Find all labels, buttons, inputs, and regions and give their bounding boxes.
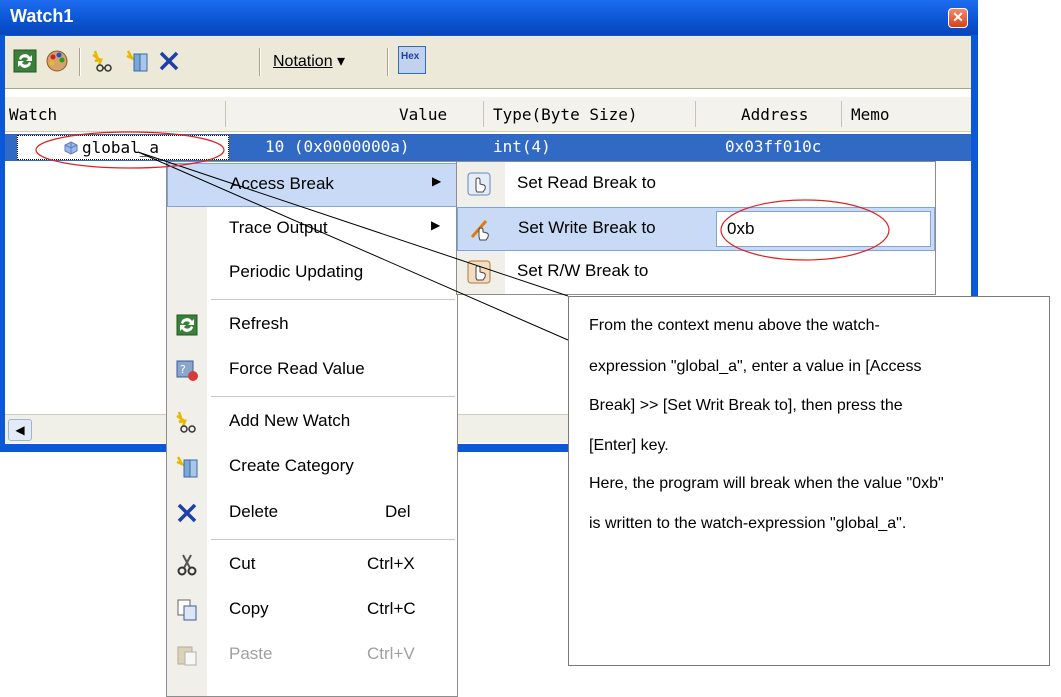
toolbar-separator [387, 48, 389, 76]
menu-item-label: Trace Output [229, 218, 328, 237]
callout-line: expression "global_a", enter a value in … [589, 358, 922, 375]
read-break-icon [467, 172, 491, 196]
watch-expression-name: global_a [82, 138, 160, 157]
svg-text:?: ? [180, 363, 186, 376]
menu-item-shortcut: Ctrl+X [367, 554, 415, 573]
paste-icon [177, 646, 197, 666]
menu-item-refresh[interactable]: Refresh [167, 304, 457, 348]
annotation-callout: From the context menu above the watch- e… [568, 296, 1050, 666]
menu-item-trace-output[interactable]: Trace Output ▶ [167, 208, 457, 252]
toolbar-separator [79, 48, 81, 76]
column-divider[interactable] [841, 101, 842, 127]
menu-item-label: Refresh [229, 314, 289, 333]
write-break-value-input[interactable] [716, 211, 931, 247]
column-divider[interactable] [225, 101, 226, 127]
refresh-icon [176, 314, 198, 336]
chevron-down-icon: ▾ [337, 53, 346, 70]
window-title: Watch1 [10, 6, 74, 26]
menu-item-label: Force Read Value [229, 359, 365, 378]
hex-toggle-button[interactable]: Hex [398, 46, 426, 74]
access-break-submenu: Set Read Break to Set Write Break to Set… [456, 161, 936, 295]
menu-item-label: Paste [229, 644, 273, 663]
menu-item-label: Cut [229, 554, 256, 573]
menu-item-label: Set R/W Break to [517, 261, 649, 280]
toolbar: Notation ▾ Hex [5, 36, 971, 89]
column-header: Watch Value Type(Byte Size) Address Memo [5, 97, 971, 132]
title-bar[interactable]: Watch1 ✕ [0, 0, 978, 35]
callout-line: [Enter] key. [589, 437, 669, 454]
menu-item-periodic-updating[interactable]: Periodic Updating [167, 252, 457, 296]
menu-item-label: Access Break [230, 174, 334, 193]
submenu-arrow-icon: ▶ [431, 218, 441, 232]
delete-icon[interactable] [157, 49, 181, 73]
table-row[interactable]: global_a 10 (0x0000000a) int(4) 0x03ff01… [5, 134, 971, 161]
menu-item-label: Copy [229, 599, 269, 618]
submenu-arrow-icon: ▶ [432, 174, 442, 188]
watch-name-cell[interactable]: global_a [17, 135, 229, 160]
notation-dropdown[interactable]: Notation ▾ [273, 51, 345, 71]
menu-item-shortcut: Ctrl+C [367, 599, 416, 618]
menu-separator [211, 539, 455, 540]
menu-item-set-write-break[interactable]: Set Write Break to [457, 207, 935, 251]
menu-item-access-break[interactable]: Access Break ▶ [167, 163, 457, 207]
watch-value: 10 (0x0000000a) [265, 137, 410, 156]
menu-item-delete[interactable]: Delete Del [167, 492, 457, 536]
menu-item-force-read-value[interactable]: ? Force Read Value [167, 349, 457, 393]
column-value[interactable]: Value [399, 105, 447, 124]
column-address[interactable]: Address [741, 105, 808, 124]
notation-label: Notation [273, 53, 333, 70]
add-watch-icon[interactable] [91, 49, 115, 73]
close-icon: ✕ [952, 9, 964, 25]
menu-separator [211, 396, 455, 397]
hex-icon: Hex [401, 51, 420, 62]
menu-item-cut[interactable]: Cut Ctrl+X [167, 544, 457, 588]
variable-icon [64, 141, 78, 155]
rw-break-icon [467, 260, 491, 284]
column-memo[interactable]: Memo [851, 105, 890, 124]
column-watch[interactable]: Watch [9, 105, 57, 124]
callout-line: Break] >> [Set Writ Break to], then pres… [589, 397, 903, 414]
menu-item-label: Set Write Break to [518, 218, 656, 237]
delete-icon [177, 503, 197, 523]
color-icon[interactable] [45, 49, 69, 73]
create-category-icon [176, 456, 198, 478]
column-divider[interactable] [483, 101, 484, 127]
watch-address: 0x03ff010c [725, 137, 822, 156]
refresh-icon[interactable] [13, 49, 37, 73]
toolbar-separator [259, 48, 261, 76]
menu-item-set-read-break[interactable]: Set Read Break to [457, 163, 935, 207]
context-menu: Access Break ▶ Trace Output ▶ Periodic U… [166, 161, 458, 697]
copy-icon [177, 599, 197, 621]
menu-separator [211, 299, 455, 300]
menu-item-label: Add New Watch [229, 411, 351, 430]
menu-item-copy[interactable]: Copy Ctrl+C [167, 589, 457, 633]
create-category-icon[interactable] [125, 49, 149, 73]
add-watch-icon [176, 411, 196, 433]
menu-item-label: Periodic Updating [229, 262, 364, 281]
menu-item-create-category[interactable]: Create Category [167, 446, 457, 490]
watch-type: int(4) [493, 137, 551, 156]
scroll-left-icon[interactable]: ◀ [8, 419, 32, 441]
menu-item-label: Create Category [229, 456, 354, 475]
callout-line: From the context menu above the watch- [589, 317, 880, 334]
menu-item-set-rw-break[interactable]: Set R/W Break to [457, 251, 935, 295]
menu-item-add-new-watch[interactable]: Add New Watch [167, 401, 457, 445]
column-divider[interactable] [695, 101, 696, 127]
force-read-icon: ? [176, 360, 198, 381]
menu-item-shortcut: Del [385, 502, 411, 521]
callout-line: Here, the program will break when the va… [589, 475, 944, 492]
menu-item-label: Set Read Break to [517, 173, 656, 192]
menu-item-shortcut: Ctrl+V [367, 644, 415, 663]
write-break-icon [470, 220, 489, 241]
column-type[interactable]: Type(Byte Size) [493, 105, 638, 124]
callout-line: is written to the watch-expression "glob… [589, 515, 907, 532]
menu-item-label: Delete [229, 502, 279, 521]
close-button[interactable]: ✕ [948, 8, 968, 28]
cut-icon [177, 554, 197, 576]
menu-item-paste[interactable]: Paste Ctrl+V [167, 634, 457, 678]
